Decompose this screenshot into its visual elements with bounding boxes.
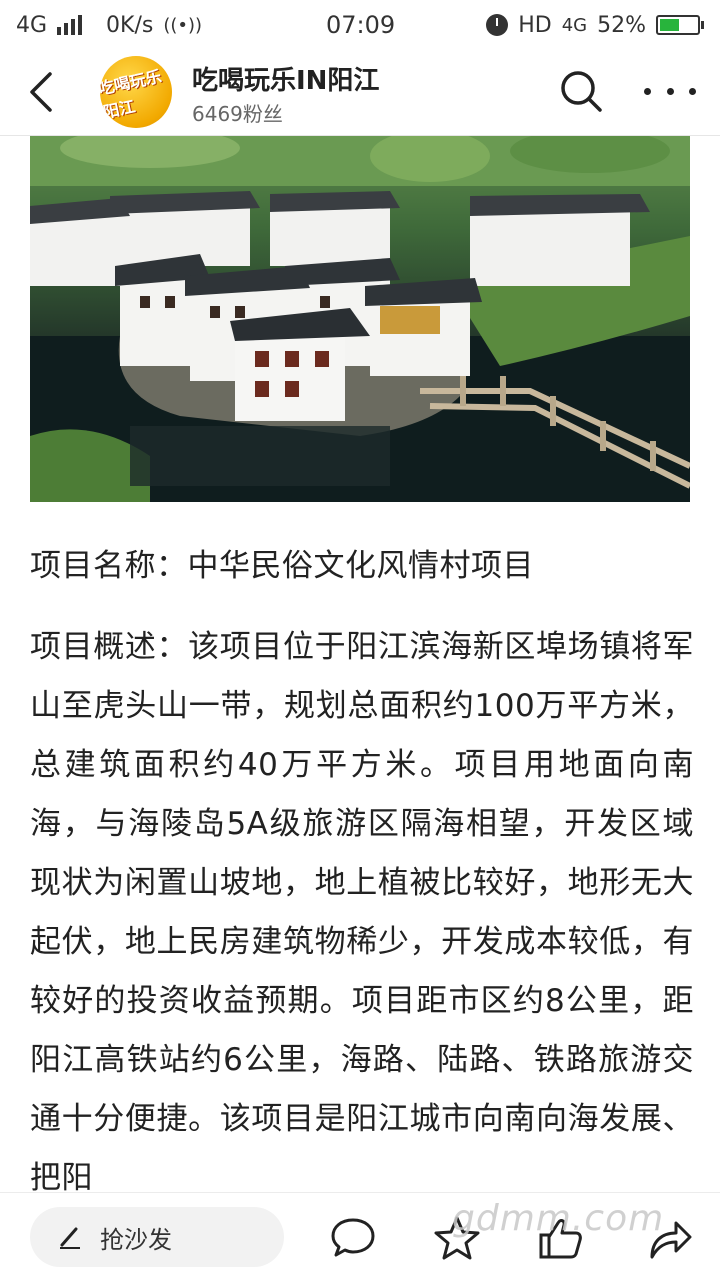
- network-type-2: 4G: [561, 14, 588, 36]
- hotspot-icon: ((•)): [163, 14, 203, 36]
- network-speed: 0K/s: [106, 12, 154, 38]
- more-dots-icon[interactable]: [644, 68, 696, 114]
- follower-count: 6469粉丝: [192, 102, 283, 126]
- status-time: 07:09: [326, 11, 396, 39]
- battery-percent: 52%: [597, 12, 646, 38]
- comment-placeholder: 抢沙发: [100, 1225, 172, 1254]
- alarm-icon: [486, 14, 509, 36]
- pen-icon: [60, 1227, 80, 1249]
- article-body: 项目名称：中华民俗文化风情村项目 项目概述：该项目位于阳江滨海新区埠场镇将军山至…: [30, 536, 694, 1208]
- project-name-paragraph: 项目名称：中华民俗文化风情村项目: [30, 548, 534, 584]
- article-header: 吃喝玩乐阳江 吃喝玩乐IN阳江 6469粉丝: [0, 50, 720, 136]
- hd-label: HD: [518, 12, 552, 38]
- status-bar: 4G 0K/s ((•)) 07:09 HD 4G 52%: [0, 0, 720, 50]
- village-photo[interactable]: [30, 136, 690, 502]
- village-illustration: [30, 136, 690, 502]
- network-type: 4G: [16, 12, 48, 38]
- signal-icon: [57, 15, 83, 35]
- account-avatar[interactable]: 吃喝玩乐阳江: [100, 56, 172, 128]
- site-watermark: gdmm.com: [452, 1198, 665, 1239]
- back-arrow-icon[interactable]: [20, 66, 68, 118]
- comment-input[interactable]: 抢沙发: [30, 1207, 284, 1267]
- comment-icon[interactable]: [330, 1215, 376, 1261]
- search-icon[interactable]: [558, 68, 604, 114]
- avatar-logo-text: 吃喝玩乐阳江: [100, 66, 164, 122]
- battery-icon: [656, 15, 704, 35]
- project-overview-paragraph: 项目概述：该项目位于阳江滨海新区埠场镇将军山至虎头山一带，规划总面积约100万平…: [30, 629, 694, 1196]
- account-name[interactable]: 吃喝玩乐IN阳江: [192, 60, 379, 97]
